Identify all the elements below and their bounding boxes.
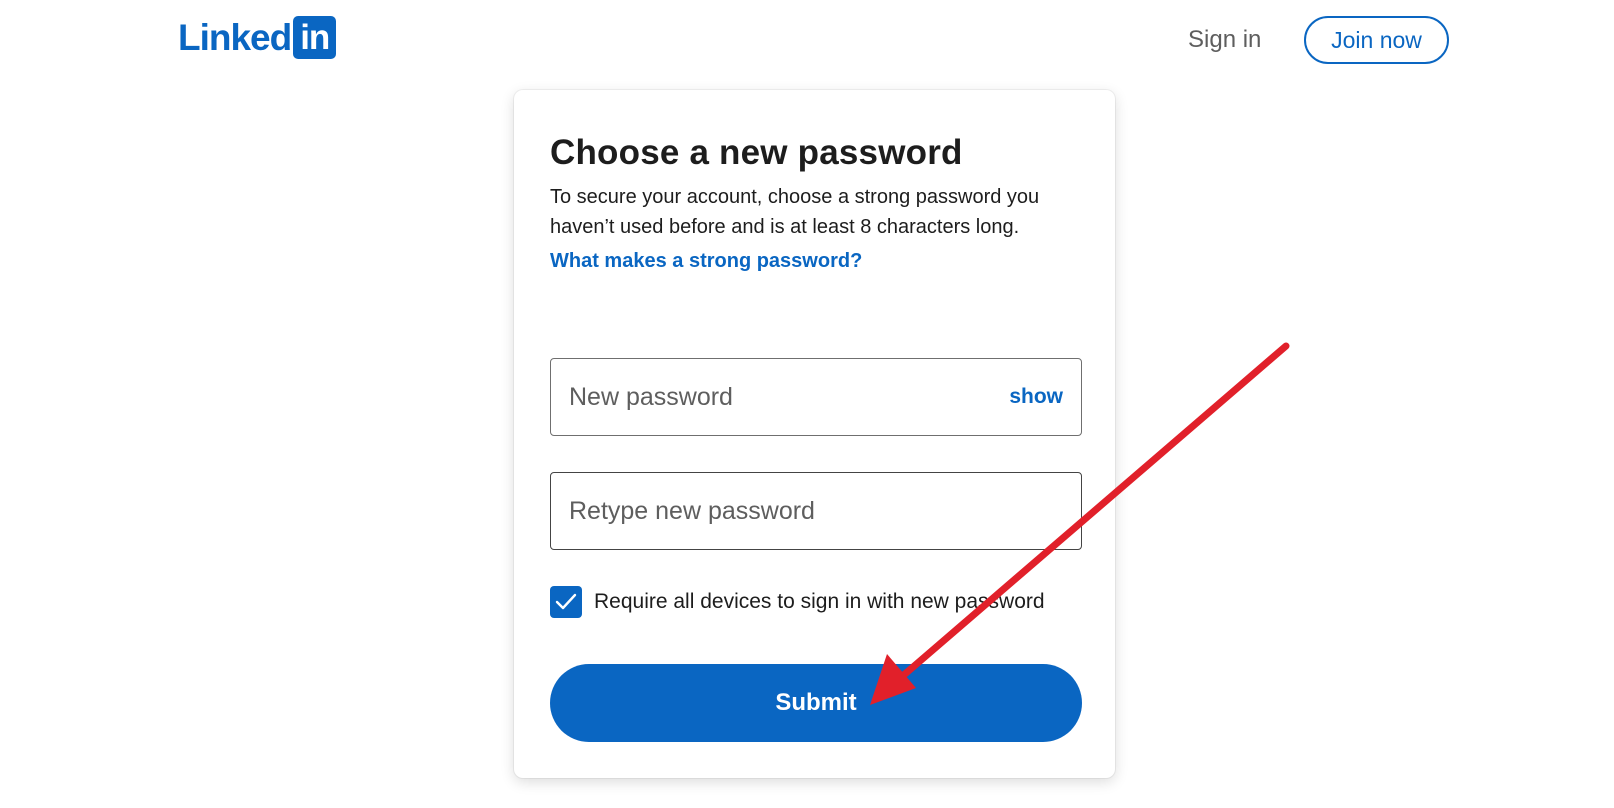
strong-password-help-link[interactable]: What makes a strong password? — [550, 250, 862, 273]
submit-label: Submit — [775, 689, 857, 716]
checkmark-icon — [555, 593, 577, 610]
require-devices-label: Require all devices to sign in with new … — [594, 590, 1045, 613]
retype-password-input[interactable] — [569, 473, 1063, 549]
page-title: Choose a new password — [550, 133, 963, 172]
linkedin-logo[interactable]: Linked in — [178, 16, 337, 59]
submit-button[interactable]: Submit — [550, 664, 1082, 742]
show-password-button[interactable]: show — [1009, 385, 1063, 409]
sign-in-link[interactable]: Sign in — [1188, 26, 1261, 54]
description-text: To secure your account, choose a strong … — [550, 186, 1040, 238]
logo-wordmark: Linked — [178, 17, 292, 58]
retype-password-field — [550, 472, 1082, 550]
new-password-field: show — [550, 358, 1082, 436]
require-devices-row: Require all devices to sign in with new … — [550, 586, 1045, 618]
new-password-input[interactable] — [569, 359, 1000, 435]
password-reset-card: Choose a new password To secure your acc… — [514, 90, 1115, 778]
logo-in-box: in — [293, 16, 337, 59]
require-devices-checkbox[interactable] — [550, 586, 582, 618]
join-now-label: Join now — [1331, 26, 1422, 53]
join-now-button[interactable]: Join now — [1304, 16, 1449, 64]
